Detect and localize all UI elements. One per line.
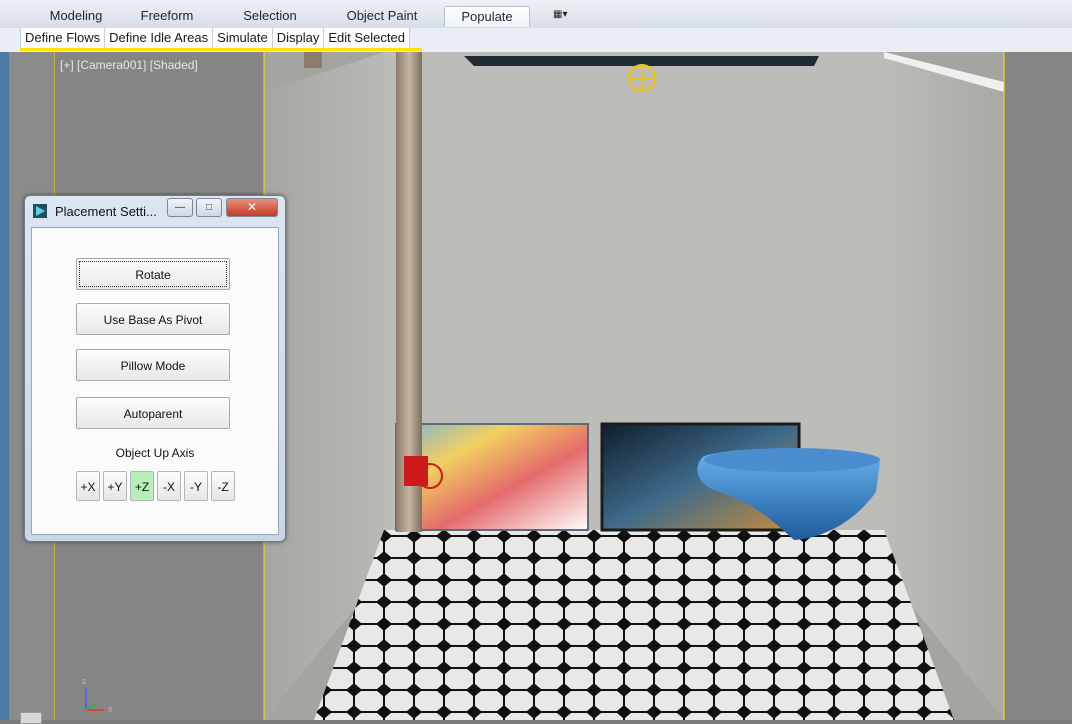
panel-highlight-bar — [20, 48, 422, 51]
tab-populate[interactable]: Populate — [444, 6, 530, 27]
ribbon-options-dropdown-icon[interactable]: ▦▾ — [553, 9, 573, 21]
axis-plus-z-button[interactable]: +Z — [130, 471, 154, 501]
object-up-axis-label: Object Up Axis — [115, 446, 195, 460]
axis-x-label: x — [108, 704, 113, 714]
dialog-body: Rotate Use Base As Pivot Pillow Mode Aut… — [31, 227, 279, 535]
viewport-label[interactable]: [+] [Camera001] [Shaded] — [60, 58, 198, 72]
rotate-button[interactable]: Rotate — [76, 258, 230, 290]
axis-plus-y-button[interactable]: +Y — [103, 471, 127, 501]
minimize-button[interactable]: — — [167, 198, 193, 217]
tab-modeling[interactable]: Modeling — [36, 6, 116, 26]
axis-minus-y-button[interactable]: -Y — [184, 471, 208, 501]
axis-z-label: z — [82, 676, 87, 686]
axis-triad: z x — [78, 676, 118, 716]
define-idle-areas-button[interactable]: Define Idle Areas — [105, 28, 214, 48]
tab-selection[interactable]: Selection — [230, 6, 310, 26]
autoparent-button[interactable]: Autoparent — [76, 397, 230, 429]
axis-minus-z-button[interactable]: -Z — [211, 471, 235, 501]
define-flows-button[interactable]: Define Flows — [21, 28, 106, 48]
maximize-button[interactable]: □ — [196, 198, 222, 217]
edit-selected-button[interactable]: Edit Selected — [324, 28, 409, 48]
placement-settings-dialog: Placement Setti... — □ ✕ Rotate Use Base… — [24, 195, 286, 542]
dialog-title: Placement Setti... — [55, 204, 157, 219]
3dsmax-app-icon — [33, 204, 47, 218]
ribbon-tab-bar: Modeling Freeform Selection Object Paint… — [0, 0, 1072, 29]
populate-panel-buttons: Define Flows Define Idle Areas Simulate Dis… — [20, 28, 410, 49]
pillow-mode-button[interactable]: Pillow Mode — [76, 349, 230, 381]
tab-object-paint[interactable]: Object Paint — [334, 6, 430, 26]
command-strip — [0, 52, 9, 720]
axis-minus-x-button[interactable]: -X — [157, 471, 181, 501]
use-base-as-pivot-button[interactable]: Use Base As Pivot — [76, 303, 230, 335]
axis-plus-x-button[interactable]: +X — [76, 471, 100, 501]
display-button[interactable]: Display — [273, 28, 325, 48]
viewport-corner-button[interactable] — [20, 712, 42, 724]
close-button[interactable]: ✕ — [226, 198, 278, 217]
tab-freeform[interactable]: Freeform — [128, 6, 206, 26]
simulate-button[interactable]: Simulate — [213, 28, 273, 48]
